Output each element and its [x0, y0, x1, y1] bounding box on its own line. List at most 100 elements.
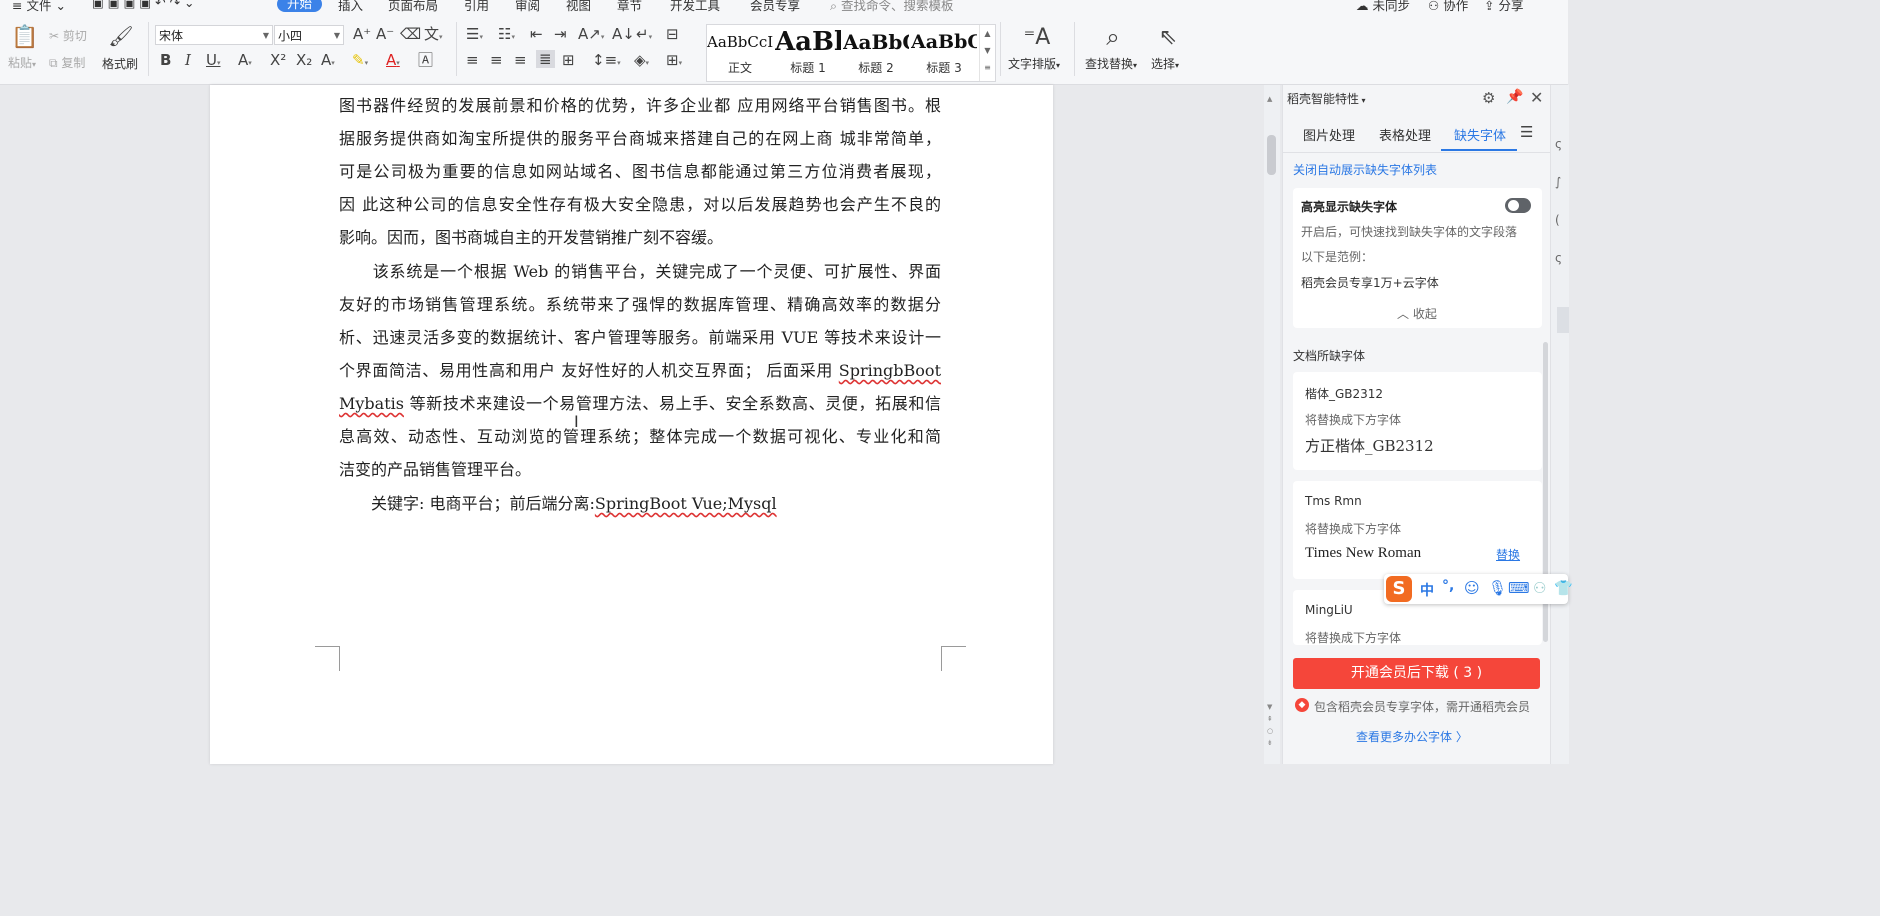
text-effect-icon[interactable]: A▾: [321, 51, 335, 72]
tab-references[interactable]: 引用: [464, 0, 489, 14]
scroll-up-icon[interactable]: ▲: [1267, 95, 1276, 103]
close-auto-show-link[interactable]: 关闭自动展示缺失字体列表: [1293, 161, 1437, 178]
close-icon[interactable]: ✕: [1530, 88, 1543, 107]
paste-button[interactable]: 粘贴▾: [8, 54, 36, 71]
text-layout-button[interactable]: 文字排版▾: [1008, 55, 1060, 72]
align-left-icon[interactable]: ≡: [466, 51, 479, 69]
tab-missing-fonts[interactable]: 缺失字体: [1454, 125, 1506, 144]
find-replace-button[interactable]: 查找替换▾: [1085, 55, 1137, 72]
sogou-logo-icon[interactable]: S: [1386, 576, 1412, 602]
panel-title[interactable]: 稻壳智能特性 ▾: [1287, 90, 1366, 107]
shading-icon[interactable]: ◈▾: [634, 51, 649, 72]
share-button[interactable]: ⇪ 分享: [1484, 0, 1523, 14]
keywords-line[interactable]: 关键字: 电商平台；前后端分离:SpringBoot Vue;Mysql: [339, 487, 941, 520]
text-line: 关键字: 电商平台；前后端分离:SpringBoot Vue;Mysql: [339, 487, 941, 520]
tab-review[interactable]: 审阅: [515, 0, 540, 14]
cursor-icon[interactable]: ⇖: [1155, 22, 1181, 52]
line-spacing-icon[interactable]: ↕≡▾: [592, 51, 621, 72]
keyboard-icon[interactable]: ⌨: [1508, 579, 1530, 597]
text-direction-icon[interactable]: A↗▾: [578, 25, 604, 46]
distribute-icon[interactable]: ⊞: [562, 51, 575, 69]
highlight-toggle[interactable]: [1505, 198, 1531, 213]
save-icon[interactable]: ▣ ▣ ▣ ▣ ↶ ↷ ⌄: [92, 0, 195, 10]
bold-icon[interactable]: B: [160, 51, 171, 69]
clear-format-icon[interactable]: ⌫: [400, 25, 421, 43]
sidebar-icons[interactable]: ς ∫(ς: [1555, 125, 1562, 277]
align-right-icon[interactable]: ≡: [514, 51, 527, 69]
pin-icon[interactable]: 📌: [1506, 89, 1523, 105]
font-size-select[interactable]: 小四 ▼: [274, 25, 344, 45]
style-heading-3[interactable]: AaBbC 标题 3: [911, 25, 977, 81]
tab-page-layout[interactable]: 页面布局: [388, 0, 438, 14]
tab-stops-icon[interactable]: ⊟: [666, 25, 679, 43]
grow-font-icon[interactable]: A⁺: [353, 25, 371, 43]
missing-font-name: Tms Rmn: [1305, 494, 1362, 508]
user-icon[interactable]: ⚇: [1533, 579, 1546, 597]
text-layout-icon[interactable]: ⁼A: [1020, 22, 1054, 52]
scroll-nav-icons[interactable]: ▼ ⇞ ○ ⇟: [1267, 701, 1273, 749]
subscript-icon[interactable]: X₂: [296, 51, 312, 69]
paragraph-mark-icon[interactable]: ↵▾: [636, 25, 652, 46]
underline-icon[interactable]: U▾: [206, 51, 221, 72]
separator: [1074, 22, 1075, 76]
paragraph-2[interactable]: 该系统是一个根据 Web 的销售平台，关键完成了一个灵便、可扩展性、界面 友好的…: [339, 255, 941, 486]
ime-language-toggle[interactable]: 中: [1420, 580, 1434, 600]
collab-button[interactable]: ⚇ 协作: [1428, 0, 1468, 14]
highlight-icon[interactable]: ✎▾: [352, 51, 368, 72]
format-painter-button[interactable]: 格式刷: [102, 55, 138, 72]
increase-indent-icon[interactable]: ⇥: [554, 25, 567, 43]
format-painter-icon[interactable]: 🖌: [108, 22, 134, 50]
font-color-icon[interactable]: A▾: [386, 51, 400, 72]
replace-link[interactable]: 替换: [1496, 546, 1520, 563]
font-name-select[interactable]: 宋体 ▼: [155, 25, 273, 45]
char-border-icon[interactable]: 🄰: [418, 51, 433, 69]
sidebar-active-item[interactable]: [1557, 307, 1569, 333]
tab-table-processing[interactable]: 表格处理: [1379, 125, 1431, 144]
ime-punctuation-toggle[interactable]: °,: [1442, 578, 1454, 594]
select-button[interactable]: 选择▾: [1151, 55, 1179, 72]
magnifier-icon[interactable]: ⌕: [1098, 22, 1128, 52]
replacement-font: 方正楷体_GB2312: [1305, 437, 1434, 455]
shrink-font-icon[interactable]: A⁻: [376, 25, 394, 43]
phonetic-icon[interactable]: 文▾: [424, 25, 443, 46]
emoji-icon[interactable]: ☺: [1464, 579, 1480, 597]
style-normal[interactable]: AaBbCcI 正文: [707, 25, 773, 81]
italic-icon[interactable]: I: [185, 51, 191, 69]
tab-chapter[interactable]: 章节: [617, 0, 642, 14]
decrease-indent-icon[interactable]: ⇤: [530, 25, 543, 43]
styles-scroll[interactable]: ▲ ▼ ≡: [979, 25, 995, 81]
style-heading-2[interactable]: AaBbC 标题 2: [843, 25, 909, 81]
paragraph-1[interactable]: 图书器件经贸的发展前景和价格的优势，许多企业都 应用网络平台销售图书。根 据服务…: [339, 89, 941, 254]
skin-icon[interactable]: 👕: [1554, 579, 1573, 597]
sort-icon[interactable]: A↓: [612, 25, 635, 43]
tab-developer[interactable]: 开发工具: [670, 0, 720, 14]
document-scrollbar[interactable]: ▲ ▼ ⇞ ○ ⇟: [1264, 85, 1280, 764]
borders-icon[interactable]: ⊞▾: [666, 51, 682, 72]
strikethrough-icon[interactable]: A▾: [238, 51, 252, 72]
microphone-icon[interactable]: 🎙: [1488, 579, 1507, 597]
align-center-icon[interactable]: ≡: [490, 51, 503, 69]
collapse-button[interactable]: ︿ 收起: [1397, 305, 1437, 322]
tab-image-processing[interactable]: 图片处理: [1303, 125, 1355, 144]
paste-icon[interactable]: 📋: [10, 22, 40, 52]
justify-icon[interactable]: ≣: [536, 50, 555, 68]
copy-button[interactable]: ⧉ 复制: [49, 54, 85, 71]
command-search[interactable]: ⌕ 查找命令、搜索模板: [830, 0, 954, 14]
sync-status[interactable]: ☁ 未同步: [1356, 0, 1410, 14]
cut-button[interactable]: ✂ 剪切: [49, 27, 87, 44]
buy-membership-button[interactable]: 开通会员后下载 ( 3 ): [1293, 658, 1540, 689]
style-heading-1[interactable]: AaBl 标题 1: [775, 25, 841, 81]
tab-home[interactable]: 开始: [277, 0, 323, 12]
tab-member[interactable]: 会员专享: [750, 0, 800, 14]
bullet-list-icon[interactable]: ☰▾: [466, 25, 483, 46]
numbered-list-icon[interactable]: ☷▾: [498, 25, 515, 46]
more-fonts-link[interactable]: 查看更多办公字体 〉: [1356, 728, 1468, 745]
file-menu[interactable]: ≡ 文件 ⌄: [12, 0, 66, 14]
scrollbar-thumb[interactable]: [1267, 135, 1276, 175]
superscript-icon[interactable]: X²: [270, 51, 286, 69]
gear-icon[interactable]: ⚙: [1482, 89, 1495, 107]
tab-view[interactable]: 视图: [566, 0, 591, 14]
tab-insert[interactable]: 插入: [338, 0, 363, 14]
menu-icon[interactable]: ☰: [1520, 123, 1533, 141]
replace-hint: 将替换成下方字体: [1305, 522, 1402, 536]
